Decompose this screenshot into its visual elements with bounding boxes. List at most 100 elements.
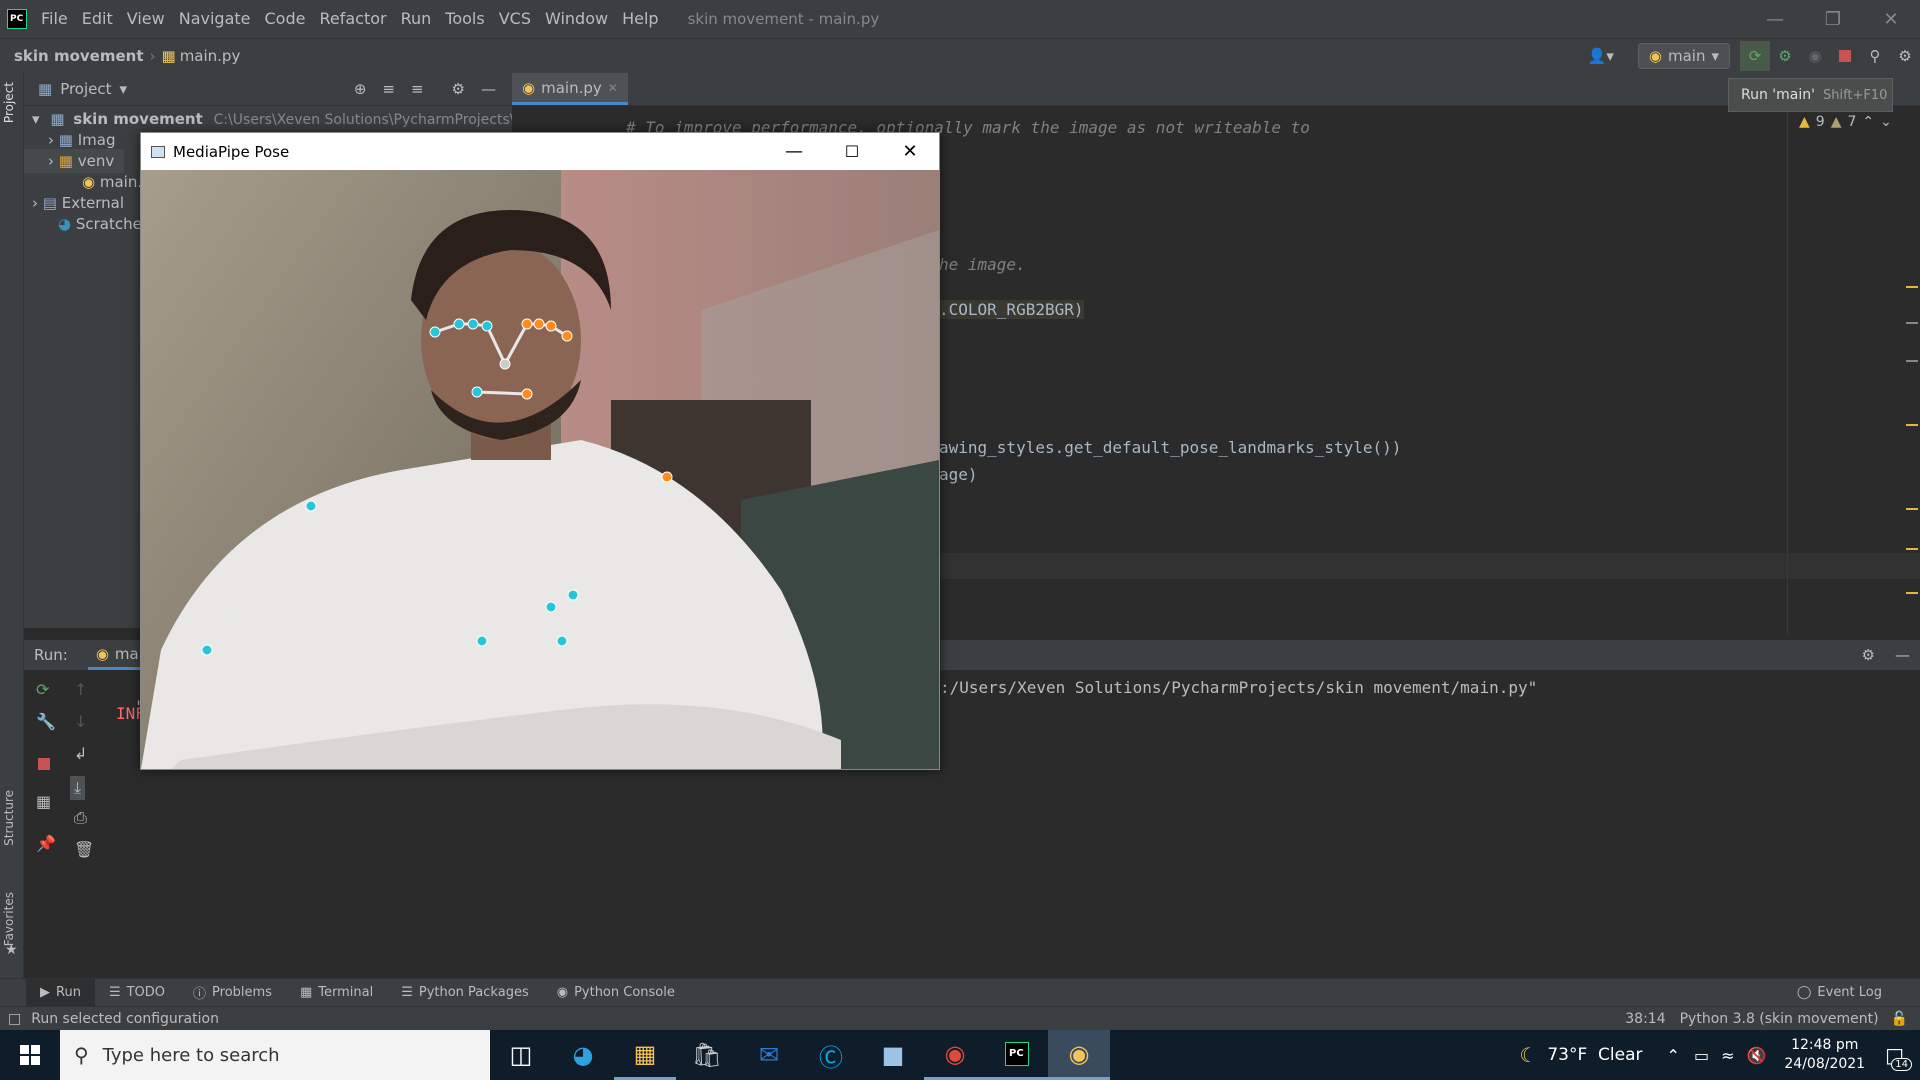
windows-taskbar: ⚲ Type here to search ◫ ◕ ▦ 🛍 ✉ Ⓒ ■ ◉ PC… (0, 1030, 1920, 1080)
code-line: age) (939, 465, 978, 484)
menu-vcs[interactable]: VCS (492, 0, 538, 38)
camera-feed (141, 170, 939, 769)
wifi-icon[interactable]: ≈ (1721, 1046, 1734, 1065)
moon-icon: ☾ (1519, 1043, 1538, 1067)
play-icon: ▶ (40, 985, 50, 1000)
edge-icon[interactable]: ◕ (552, 1030, 614, 1080)
close-icon[interactable]: ✕ (608, 81, 618, 95)
pose-landmark (521, 388, 533, 400)
tab-terminal[interactable]: ▦ Terminal (286, 979, 387, 1007)
menu-file[interactable]: File (34, 0, 75, 38)
run-config-select[interactable]: ◉ main ▾ (1637, 42, 1730, 69)
gear-icon[interactable]: ⚙ (1862, 646, 1875, 664)
menu-code[interactable]: Code (258, 0, 313, 38)
breadcrumb-file[interactable]: main.py (180, 47, 241, 65)
caret-position[interactable]: 38:14 (1625, 1011, 1665, 1027)
minimize-button[interactable]: — (765, 141, 823, 162)
pin-icon[interactable]: 📌 (36, 834, 56, 853)
file-explorer-icon[interactable]: ▦ (614, 1030, 676, 1080)
structure-side-tab[interactable]: Structure (2, 790, 16, 846)
favorites-side-tab[interactable]: Favorites (2, 892, 16, 946)
trash-icon[interactable]: 🗑 (74, 840, 94, 859)
inspection-widget[interactable]: ▲ 9 ▲ 7 ⌃ ⌄ (1799, 114, 1892, 130)
gear-icon[interactable]: ⚙ (452, 80, 465, 98)
lock-icon[interactable]: 🔓 (1891, 1011, 1908, 1027)
expand-all-icon[interactable]: ≡ (382, 80, 395, 98)
taskbar-search[interactable]: ⚲ Type here to search (60, 1030, 490, 1080)
mail-icon[interactable]: ✉ (738, 1030, 800, 1080)
tab-todo[interactable]: ☰ TODO (95, 979, 179, 1007)
maximize-button[interactable]: ☐ (823, 142, 881, 161)
soft-wrap-icon[interactable]: ↲ (74, 744, 87, 763)
menu-window[interactable]: Window (538, 0, 615, 38)
debug-icon[interactable]: ⚙ (1770, 41, 1800, 71)
interpreter[interactable]: Python 3.8 (skin movement) (1680, 1011, 1879, 1027)
status-bar: □ Run selected configuration 38:14 Pytho… (0, 1006, 1920, 1030)
chevron-down-icon[interactable]: ▾ (120, 80, 128, 98)
clock[interactable]: 12:48 pm 24/08/2021 (1784, 1036, 1865, 1074)
battery-icon[interactable]: ▭ (1694, 1046, 1709, 1065)
menu-help[interactable]: Help (615, 0, 665, 38)
tab-python-packages[interactable]: ☰ Python Packages (387, 979, 543, 1007)
menu-refactor[interactable]: Refactor (312, 0, 393, 38)
chevron-up-icon[interactable]: ⌃ (1667, 1046, 1680, 1065)
layout-icon[interactable]: ▦ (36, 792, 51, 811)
scroll-end-icon[interactable]: ⤓ (70, 776, 86, 800)
breadcrumb-project[interactable]: skin movement (14, 47, 144, 65)
wrench-icon[interactable]: 🔧 (36, 712, 56, 731)
task-view-icon[interactable]: ◫ (490, 1030, 552, 1080)
notes-icon[interactable]: ■ (862, 1030, 924, 1080)
gear-icon[interactable]: ⚙ (1890, 41, 1920, 71)
tree-item-scratches[interactable]: ◕ Scratche (58, 212, 142, 236)
menu-edit[interactable]: Edit (75, 0, 120, 38)
menu-navigate[interactable]: Navigate (172, 0, 258, 38)
locate-icon[interactable]: ⊕ (354, 80, 367, 98)
tab-problems[interactable]: ⓘ Problems (179, 979, 286, 1007)
print-icon[interactable]: ⎙ (74, 808, 87, 828)
event-log-button[interactable]: ◯ Event Log (1783, 979, 1896, 1007)
error-stripe[interactable] (1906, 212, 1920, 612)
close-button[interactable]: ✕ (1862, 0, 1920, 38)
pose-landmark (533, 318, 545, 330)
stop-icon[interactable] (1830, 41, 1860, 71)
menu-view[interactable]: View (120, 0, 172, 38)
project-view-select[interactable]: Project (60, 80, 111, 98)
hide-panel-icon[interactable]: — (481, 80, 496, 98)
chevron-down-icon: ▾ (1711, 46, 1719, 65)
up-arrow-icon[interactable]: ↑ (74, 680, 87, 699)
python-file-icon: ◉ (522, 78, 536, 97)
rerun-icon[interactable]: ⟳ (36, 680, 49, 699)
bottom-tool-tabs: ▶ Run ☰ TODO ⓘ Problems ▦ Terminal ☰ Python P… (0, 978, 1920, 1007)
menu-tools[interactable]: Tools (438, 0, 491, 38)
mediapipe-window: MediaPipe Pose — ☐ ✕ (140, 132, 940, 770)
pose-landmark (471, 386, 483, 398)
search-icon[interactable]: ⚲ (1860, 41, 1890, 71)
user-icon[interactable]: 👤▾ (1588, 47, 1614, 65)
stop-icon[interactable] (38, 758, 50, 770)
rerun-icon[interactable]: ⟳ (1740, 40, 1770, 71)
restore-button[interactable]: ❐ (1804, 0, 1862, 38)
python-taskbar-icon[interactable]: ◉ (1048, 1030, 1110, 1080)
collapse-all-icon[interactable]: ≡ (411, 80, 424, 98)
chrome-icon[interactable]: ◉ (924, 1030, 986, 1080)
tab-run[interactable]: ▶ Run (26, 978, 95, 1007)
hide-panel-icon[interactable]: — (1895, 646, 1910, 664)
project-side-tab[interactable]: Project (2, 82, 16, 123)
chevron-right-icon: › (149, 46, 156, 65)
store-icon[interactable]: 🛍 (676, 1030, 738, 1080)
pycharm-taskbar-icon[interactable]: PC (986, 1030, 1048, 1080)
notification-center-icon[interactable]: □ 14 (1885, 1043, 1912, 1071)
menu-run[interactable]: Run (394, 0, 439, 38)
pose-landmark (467, 318, 479, 330)
tab-main-py[interactable]: ◉ main.py ✕ (512, 73, 628, 105)
coverage-icon[interactable]: ◉ (1800, 41, 1830, 71)
minimize-button[interactable]: — (1746, 0, 1804, 38)
skype-icon[interactable]: Ⓒ (800, 1030, 862, 1080)
tab-python-console[interactable]: ◉ Python Console (543, 979, 689, 1007)
windows-start-icon[interactable] (0, 1030, 60, 1080)
down-arrow-icon[interactable]: ↓ (74, 712, 87, 731)
close-button[interactable]: ✕ (881, 141, 939, 162)
volume-icon[interactable]: 🔇 (1746, 1046, 1766, 1065)
weather[interactable]: 73°F Clear (1547, 1045, 1642, 1065)
python-file-icon: ▦ (161, 46, 176, 65)
